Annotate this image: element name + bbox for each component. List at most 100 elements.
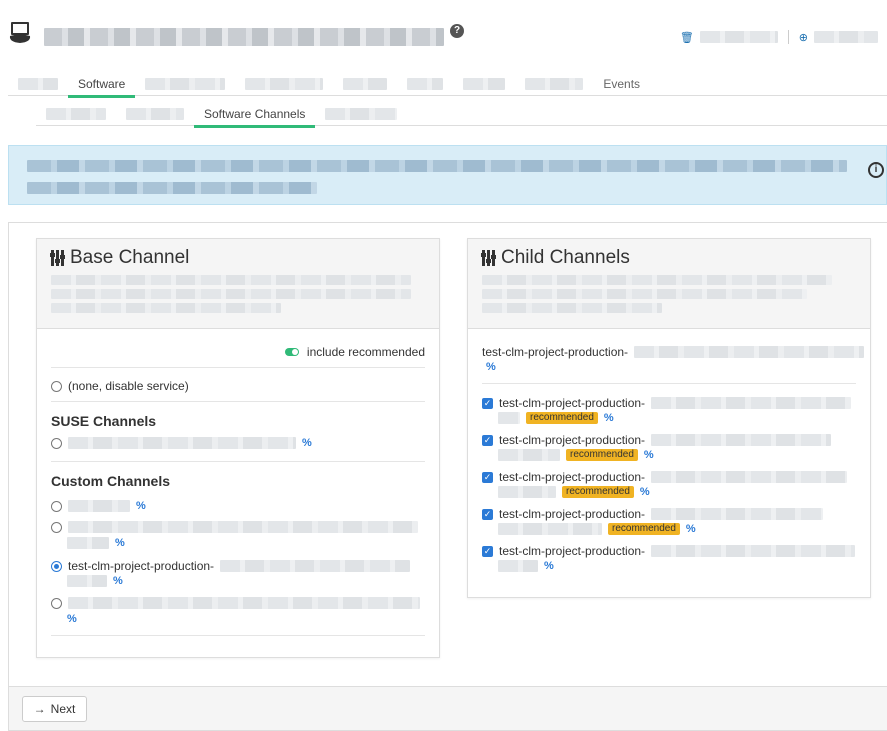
link-icon[interactable]: % (640, 486, 650, 498)
tab-groups[interactable] (333, 72, 397, 96)
radio-button[interactable] (51, 380, 62, 392)
link-icon[interactable]: % (115, 537, 125, 549)
base-option-none-label: (none, disable service) (68, 379, 189, 393)
custom-channels-heading: Custom Channels (51, 473, 171, 489)
header-divider (787, 30, 789, 44)
base-option-selected[interactable]: test-clm-project-production- (51, 559, 411, 573)
include-recommended-toggle[interactable]: include recommended (284, 345, 425, 359)
radio-button[interactable] (51, 597, 62, 609)
software-subtabs: Software Channels (36, 102, 887, 128)
divider (51, 401, 425, 402)
link-icon[interactable]: % (113, 575, 123, 587)
tab-states[interactable] (453, 72, 515, 96)
header-actions: 🗑 ⊕ (680, 30, 878, 44)
subtab-patches[interactable] (36, 102, 116, 126)
include-recommended-label: include recommended (306, 345, 425, 359)
subtab-packages[interactable] (116, 102, 194, 126)
child-channel-item[interactable]: ✓ test-clm-project-production- (482, 433, 832, 447)
link-icon[interactable]: % (486, 361, 496, 373)
child-channel-item-cont: recommended % (498, 412, 614, 424)
base-option-custom-4-cont: % (67, 613, 77, 625)
child-channels-title: Child Channels (501, 247, 630, 268)
tab-events[interactable]: Events (593, 72, 650, 96)
subtab-software-channels[interactable]: Software Channels (194, 102, 316, 128)
radio-button[interactable] (51, 521, 62, 533)
child-channel-item-cont: recommended % (498, 523, 696, 535)
base-option-custom-2[interactable] (51, 521, 418, 533)
divider (482, 383, 856, 384)
recommended-badge: recommended (526, 412, 598, 424)
child-channel-item[interactable]: ✓ test-clm-project-production- (482, 396, 852, 410)
link-icon[interactable]: % (604, 412, 614, 424)
child-channels-header: Child Channels (468, 239, 870, 329)
base-channel-title: Base Channel (70, 247, 190, 268)
child-channels-panel: Child Channels test-clm-project-producti… (467, 238, 871, 598)
recommended-badge: recommended (562, 486, 634, 498)
form-footer: → Next (9, 686, 887, 730)
child-channel-item-cont: recommended % (498, 449, 654, 461)
info-banner: i (8, 145, 887, 205)
child-channel-item[interactable]: ✓ test-clm-project-production- (482, 507, 824, 521)
arrow-right-icon: → (33, 702, 46, 716)
trash-icon[interactable]: 🗑 (680, 31, 694, 44)
divider (51, 367, 425, 368)
child-channel-item-cont: % (498, 560, 554, 572)
delete-system-link[interactable] (699, 31, 778, 43)
radio-button[interactable] (51, 437, 62, 449)
system-name (44, 28, 444, 46)
info-text-line-2 (27, 182, 317, 194)
next-button[interactable]: → Next (22, 696, 87, 722)
base-option-custom-2-cont: % (67, 537, 125, 549)
child-channels-description (482, 275, 856, 313)
checkbox-checked[interactable]: ✓ (482, 545, 493, 557)
link-icon[interactable]: % (544, 560, 554, 572)
child-channel-item[interactable]: ✓ test-clm-project-production- (482, 470, 848, 484)
link-icon[interactable]: % (136, 500, 146, 512)
base-channel-header: Base Channel (37, 239, 439, 329)
help-icon[interactable]: ? (450, 24, 464, 38)
child-parent-label: test-clm-project-production- (482, 345, 629, 359)
sliders-icon (481, 250, 496, 266)
child-channel-label: test-clm-project-production- (499, 544, 646, 558)
tab-details[interactable] (8, 72, 68, 96)
link-icon[interactable]: % (644, 449, 654, 461)
divider (51, 461, 425, 462)
system-tabs: Software Events (8, 72, 887, 98)
checkbox-checked[interactable]: ✓ (482, 471, 493, 483)
checkbox-checked[interactable]: ✓ (482, 434, 493, 446)
base-option-selected-cont: % (67, 575, 123, 587)
subtab-product-migration[interactable] (315, 102, 407, 126)
tab-audit[interactable] (397, 72, 453, 96)
tab-provisioning[interactable] (235, 72, 333, 96)
base-option-suse[interactable]: % (51, 437, 312, 449)
child-channel-item[interactable]: ✓ test-clm-project-production- (482, 544, 856, 558)
suse-channels-heading: SUSE Channels (51, 413, 157, 429)
base-option-custom-1[interactable]: % (51, 500, 146, 512)
sliders-icon (50, 250, 65, 266)
radio-button-selected[interactable] (51, 560, 62, 572)
child-channel-item-cont: recommended % (498, 486, 650, 498)
tab-software[interactable]: Software (68, 72, 136, 98)
child-parent-channel: test-clm-project-production- (482, 345, 865, 359)
tab-configuration[interactable] (135, 72, 235, 96)
tab-formulas[interactable] (515, 72, 593, 96)
base-option-custom-4[interactable] (51, 597, 420, 609)
recommended-badge: recommended (566, 449, 638, 461)
base-option-none[interactable]: (none, disable service) (51, 379, 189, 393)
add-to-ssm-link[interactable] (814, 31, 878, 43)
child-channel-label: test-clm-project-production- (499, 433, 646, 447)
base-channel-panel: Base Channel include recommended (none, … (36, 238, 440, 658)
divider (51, 635, 425, 636)
radio-button[interactable] (51, 500, 62, 512)
base-option-selected-label: test-clm-project-production- (68, 559, 215, 573)
checkbox-checked[interactable]: ✓ (482, 397, 493, 409)
link-icon[interactable]: % (302, 437, 312, 449)
toggle-switch-icon[interactable] (284, 348, 299, 356)
checkbox-checked[interactable]: ✓ (482, 508, 493, 520)
info-text-line-1 (27, 160, 847, 172)
link-icon[interactable]: % (686, 523, 696, 535)
child-channel-label: test-clm-project-production- (499, 396, 646, 410)
link-icon[interactable]: % (67, 613, 77, 625)
plus-circle-icon[interactable]: ⊕ (799, 31, 808, 44)
next-button-label: Next (50, 702, 76, 716)
